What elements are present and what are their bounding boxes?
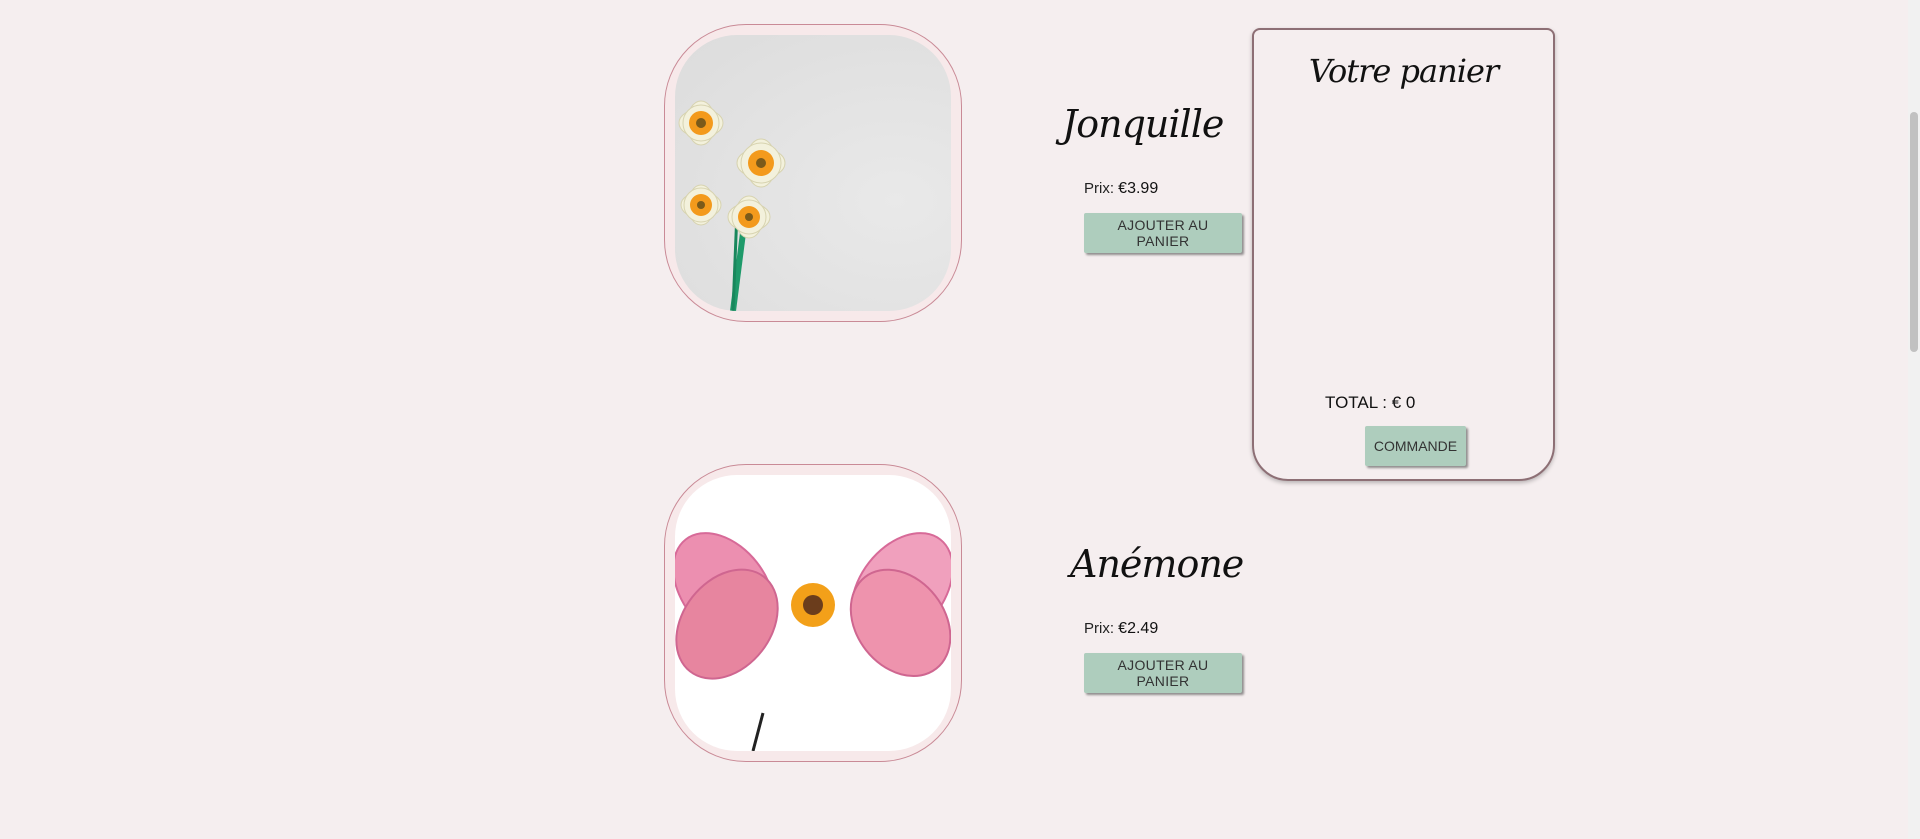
- add-to-cart-button[interactable]: AJOUTER AU PANIER: [1084, 213, 1242, 253]
- scrollbar[interactable]: [1908, 0, 1920, 839]
- cart-panel: Votre panier TOTAL : € 0 COMMANDE: [1252, 28, 1555, 481]
- cart-title: Votre panier: [1308, 52, 1499, 90]
- daffodil-illustration: [678, 100, 786, 311]
- product-image-frame: [664, 24, 962, 322]
- price-value: €3.99: [1118, 180, 1159, 197]
- page: Jonquille Prix: €3.99 AJOUTER AU PANIER …: [0, 0, 1920, 839]
- price-label: Prix:: [1084, 620, 1114, 637]
- anemone-illustration: [675, 532, 951, 751]
- scrollbar-thumb[interactable]: [1910, 112, 1918, 352]
- product-price: Prix: €2.49: [1084, 620, 1158, 638]
- add-to-cart-button[interactable]: AJOUTER AU PANIER: [1084, 653, 1242, 693]
- product-image-frame: [664, 464, 962, 762]
- price-label: Prix:: [1084, 180, 1114, 197]
- product-title: Jonquille: [1062, 102, 1224, 146]
- product-price: Prix: €3.99: [1084, 180, 1158, 198]
- price-value: €2.49: [1118, 620, 1159, 637]
- order-button[interactable]: COMMANDE: [1365, 426, 1466, 466]
- product-title: Anémone: [1070, 542, 1244, 586]
- daffodil-image: [675, 35, 951, 311]
- anemone-image: [675, 475, 951, 751]
- cart-total: TOTAL : € 0: [1325, 393, 1416, 412]
